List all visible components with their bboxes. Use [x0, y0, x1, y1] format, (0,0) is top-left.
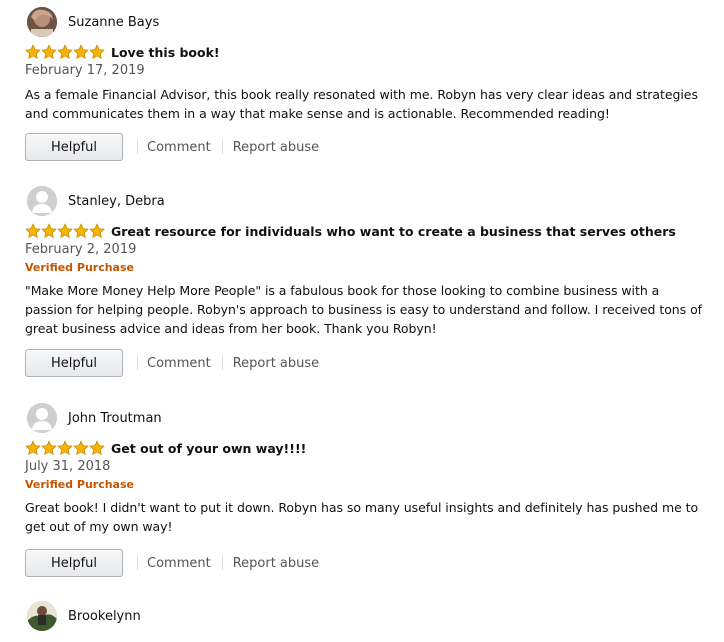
reviewer-name[interactable]: Stanley, Debra — [68, 194, 165, 209]
divider — [221, 140, 223, 154]
review-title-row: Great resource for individuals who want … — [0, 222, 724, 240]
review-body: Great book! I didn't want to put it down… — [25, 500, 699, 534]
review-title[interactable]: Get out of your own way!!!! — [111, 441, 306, 456]
reviewer-name[interactable]: Brookelynn — [68, 609, 141, 624]
reviewer-profile[interactable]: John Troutman — [0, 400, 724, 436]
review-actions: Helpful Comment Report abuse — [0, 132, 724, 162]
divider — [137, 556, 138, 570]
star-icon — [57, 223, 73, 239]
star-icon — [73, 44, 89, 60]
review-title-row: Get out of your own way!!!! — [0, 439, 724, 457]
review-3: John Troutman Get out of your own way!!!… — [0, 378, 724, 578]
report-abuse-link[interactable]: Report abuse — [233, 556, 319, 571]
divider — [221, 556, 223, 570]
avatar[interactable] — [27, 601, 57, 631]
star-rating[interactable] — [25, 440, 105, 456]
helpful-button[interactable]: Helpful — [25, 349, 123, 377]
star-icon — [25, 223, 41, 239]
comment-link[interactable]: Comment — [147, 140, 211, 155]
star-icon — [41, 44, 57, 60]
reviewer-name[interactable]: John Troutman — [68, 411, 162, 426]
comment-link[interactable]: Comment — [147, 356, 211, 371]
review-body: "Make More Money Help More People" is a … — [25, 283, 703, 336]
comment-link[interactable]: Comment — [147, 556, 211, 571]
star-icon — [57, 44, 73, 60]
star-rating[interactable] — [25, 44, 105, 60]
star-icon — [41, 440, 57, 456]
review-date: February 2, 2019 — [25, 242, 137, 257]
star-icon — [89, 223, 105, 239]
reviewer-profile[interactable]: Brookelynn — [0, 598, 724, 634]
review-date: February 17, 2019 — [25, 63, 145, 78]
star-icon — [25, 44, 41, 60]
helpful-button[interactable]: Helpful — [25, 133, 123, 161]
report-abuse-link[interactable]: Report abuse — [233, 140, 319, 155]
star-icon — [73, 440, 89, 456]
divider — [137, 140, 138, 154]
avatar[interactable] — [27, 7, 57, 37]
helpful-button[interactable]: Helpful — [25, 549, 123, 577]
review-title-row: Love this book! — [0, 43, 724, 61]
star-icon — [89, 440, 105, 456]
reviewer-profile[interactable]: Suzanne Bays — [0, 4, 724, 40]
reviewer-name[interactable]: Suzanne Bays — [68, 15, 159, 30]
verified-purchase-badge: Verified Purchase — [25, 261, 134, 274]
star-icon — [25, 440, 41, 456]
divider — [221, 356, 223, 370]
review-date: July 31, 2018 — [25, 459, 111, 474]
review-1: Suzanne Bays Love this book! February 17… — [0, 0, 724, 162]
reviewer-profile[interactable]: Stanley, Debra — [0, 183, 724, 219]
default-avatar-icon[interactable] — [27, 403, 57, 433]
review-title[interactable]: Great resource for individuals who want … — [111, 224, 676, 239]
star-icon — [73, 223, 89, 239]
review-title[interactable]: Love this book! — [111, 45, 220, 60]
review-4: Brookelynn — [0, 578, 724, 634]
divider — [137, 356, 138, 370]
star-icon — [89, 44, 105, 60]
star-icon — [57, 440, 73, 456]
review-actions: Helpful Comment Report abuse — [0, 348, 724, 378]
default-avatar-icon[interactable] — [27, 186, 57, 216]
star-rating[interactable] — [25, 223, 105, 239]
verified-purchase-badge: Verified Purchase — [25, 478, 134, 491]
report-abuse-link[interactable]: Report abuse — [233, 356, 319, 371]
review-2: Stanley, Debra Great resource for indivi… — [0, 162, 724, 378]
review-body: As a female Financial Advisor, this book… — [25, 87, 698, 121]
star-icon — [41, 223, 57, 239]
review-actions: Helpful Comment Report abuse — [0, 548, 724, 578]
